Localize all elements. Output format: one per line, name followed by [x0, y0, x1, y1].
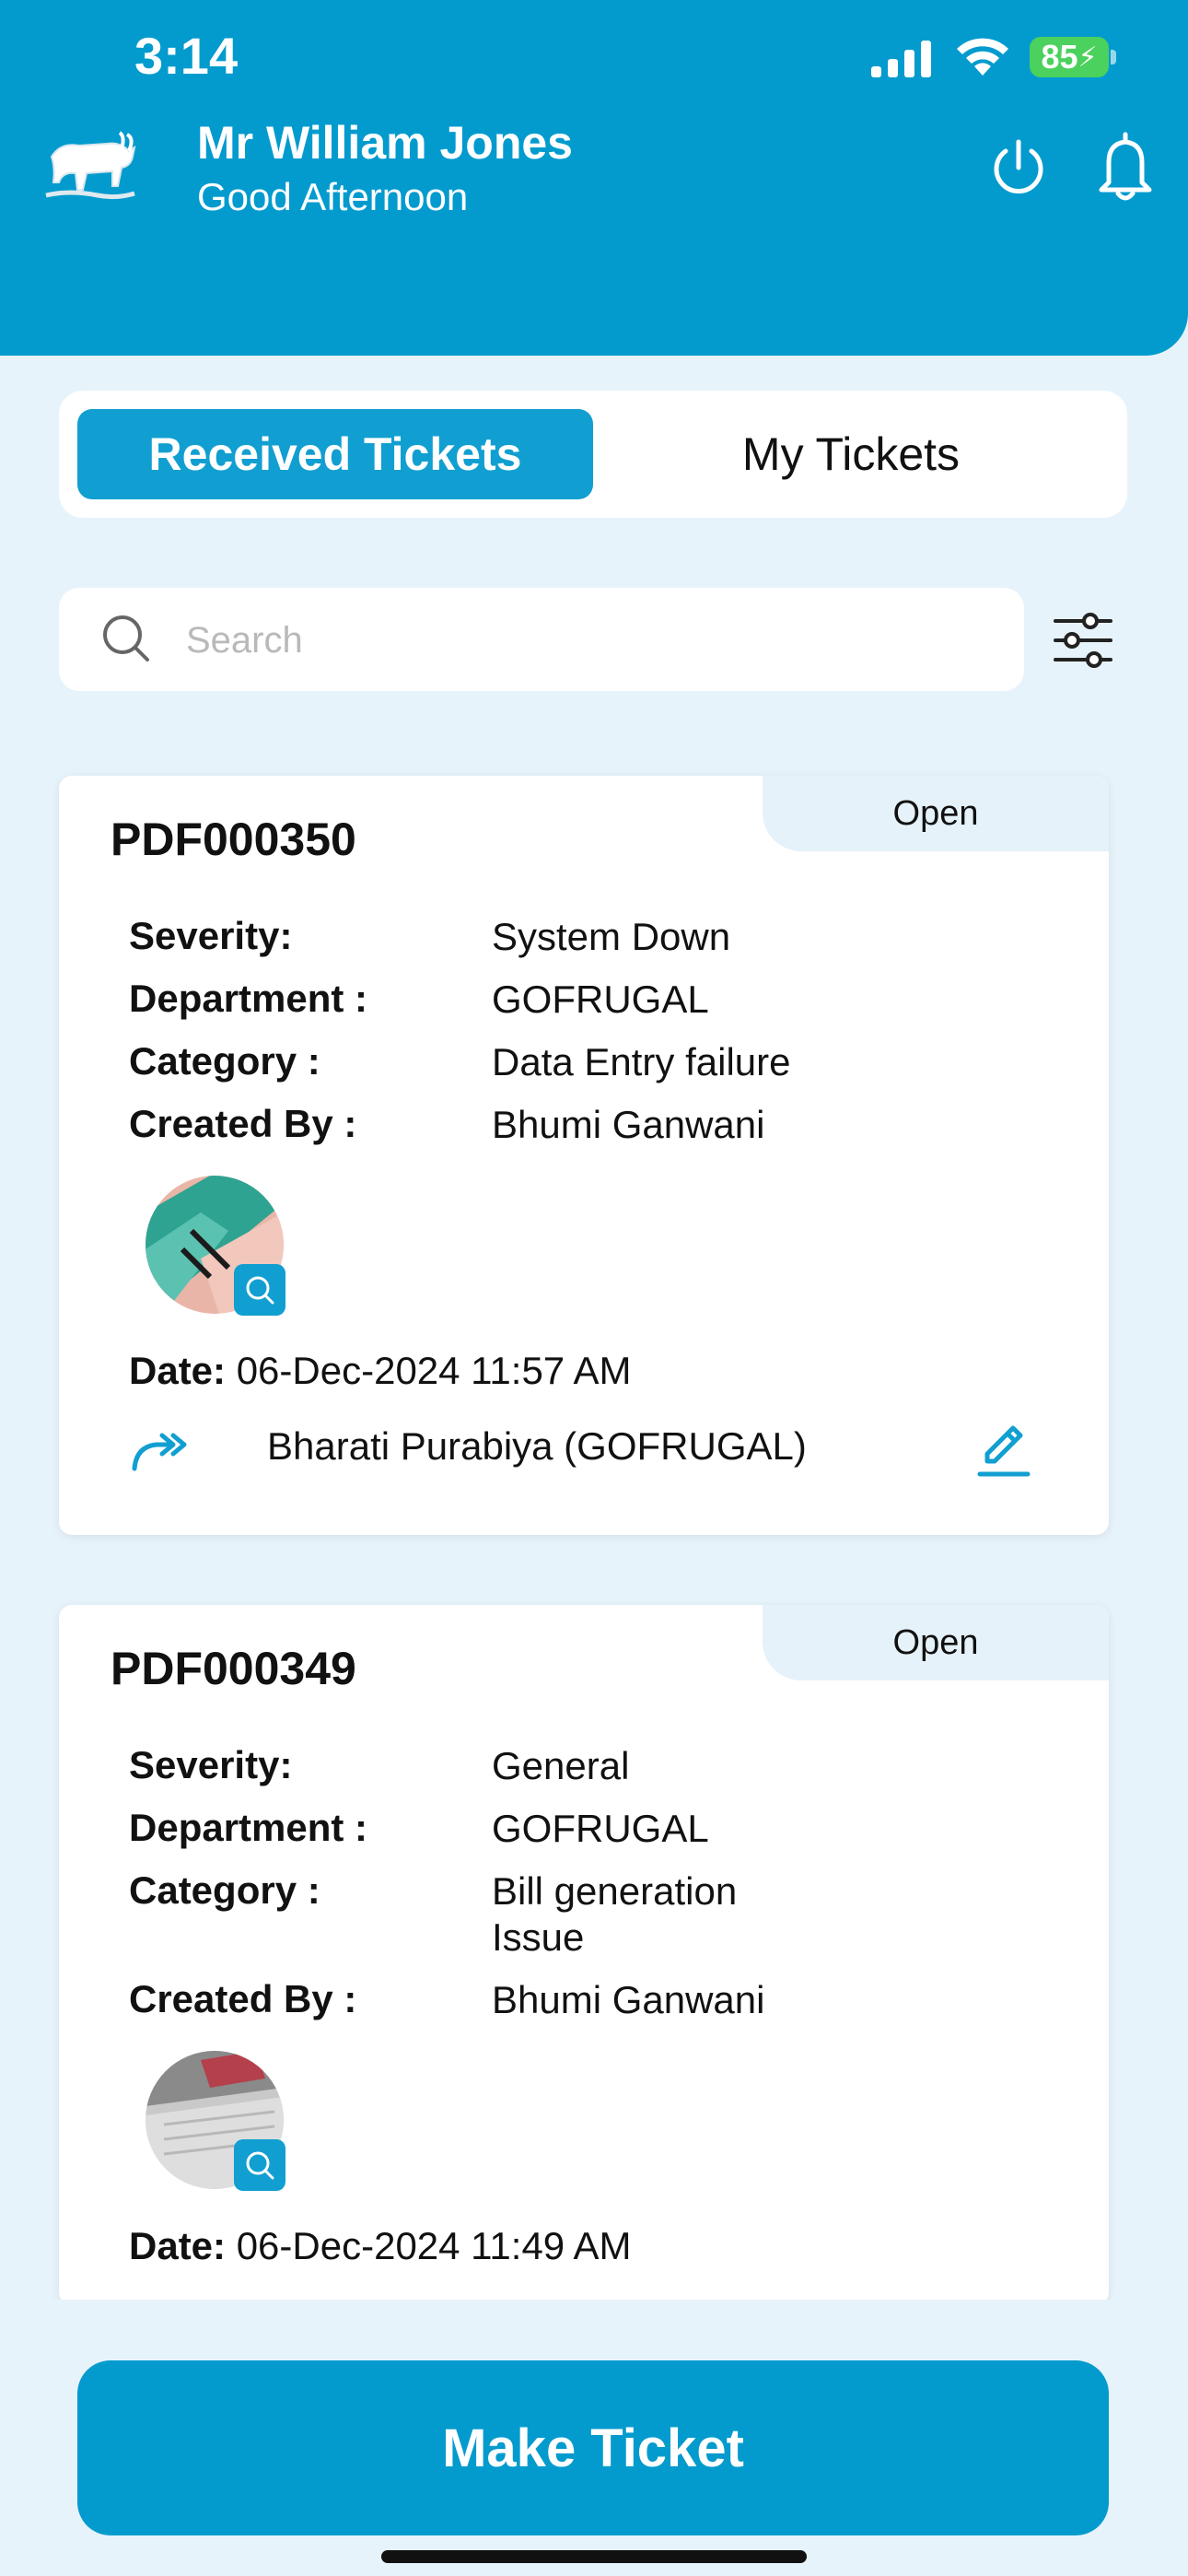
- attachment-thumbnail[interactable]: [146, 2051, 285, 2191]
- power-icon[interactable]: [987, 136, 1050, 199]
- created-by-label: Created By :: [129, 1977, 357, 2020]
- ticket-date: Date: 06-Dec-2024 11:57 AM: [129, 1349, 632, 1393]
- department-label: Department :: [129, 977, 368, 1020]
- ticket-card[interactable]: Open PDF000349 Severity: General Departm…: [59, 1605, 1109, 2305]
- category-value: Bill generation Issue: [492, 1869, 738, 1959]
- severity-label: Severity:: [129, 1743, 293, 1786]
- make-ticket-button[interactable]: Make Ticket: [77, 2360, 1109, 2535]
- department-label: Department :: [129, 1806, 368, 1849]
- status-time: 3:14: [134, 27, 239, 85]
- ticket-id: PDF000350: [111, 814, 356, 865]
- zoom-icon[interactable]: [234, 1264, 285, 1316]
- tab-my-tickets[interactable]: My Tickets: [593, 409, 1109, 499]
- status-badge: Open: [763, 1605, 1109, 1680]
- assignee-row: Bharati Purabiya (GOFRUGAL): [129, 1421, 1050, 1476]
- logo-bull-icon: [45, 131, 136, 200]
- severity-label: Severity:: [129, 914, 293, 957]
- severity-value: System Down: [492, 915, 731, 958]
- attachment-thumbnail[interactable]: [146, 1176, 285, 1316]
- date-value: 06-Dec-2024 11:57 AM: [236, 1349, 632, 1392]
- department-value: GOFRUGAL: [492, 978, 709, 1021]
- status-badge: Open: [763, 776, 1109, 851]
- created-by-label: Created By :: [129, 1102, 357, 1145]
- search-icon: [103, 615, 149, 662]
- category-value: Data Entry failure: [492, 1040, 791, 1083]
- bell-icon[interactable]: [1092, 131, 1159, 203]
- date-label: Date:: [129, 2224, 227, 2267]
- assignee-name: Bharati Purabiya (GOFRUGAL): [267, 1424, 807, 1468]
- department-value: GOFRUGAL: [492, 1807, 709, 1850]
- home-indicator[interactable]: [381, 2550, 807, 2563]
- edit-pencil-icon[interactable]: [974, 1421, 1033, 1480]
- zoom-icon[interactable]: [234, 2139, 285, 2191]
- category-label: Category :: [129, 1039, 320, 1083]
- app-header: 3:14 85 ⚡ Mr William Jones Good Afternoon: [0, 0, 1188, 356]
- date-label: Date:: [129, 1349, 227, 1392]
- ticket-date: Date: 06-Dec-2024 11:49 AM: [129, 2224, 632, 2268]
- severity-value: General: [492, 1744, 630, 1787]
- wifi-icon: [957, 38, 1008, 76]
- search-input[interactable]: [184, 604, 998, 676]
- search-bar: [59, 588, 1024, 691]
- cellular-signal-icon: [871, 41, 931, 77]
- ticket-card[interactable]: Open PDF000350 Severity: System Down Dep…: [59, 776, 1109, 1535]
- ticket-id: PDF000349: [111, 1643, 356, 1694]
- greeting-text: Good Afternoon: [197, 175, 469, 218]
- tab-received-tickets[interactable]: Received Tickets: [77, 409, 593, 499]
- date-value: 06-Dec-2024 11:49 AM: [236, 2224, 632, 2267]
- category-label: Category :: [129, 1868, 320, 1912]
- battery-indicator: 85 ⚡: [1030, 37, 1109, 77]
- ticket-tabs: Received Tickets My Tickets: [59, 391, 1127, 518]
- battery-cap: [1111, 50, 1116, 64]
- filter-sliders-icon[interactable]: [1052, 612, 1114, 669]
- forward-arrow-icon: [132, 1433, 187, 1471]
- user-name: Mr William Jones: [197, 117, 573, 169]
- created-by-value: Bhumi Ganwani: [492, 1978, 765, 2021]
- created-by-value: Bhumi Ganwani: [492, 1103, 765, 1146]
